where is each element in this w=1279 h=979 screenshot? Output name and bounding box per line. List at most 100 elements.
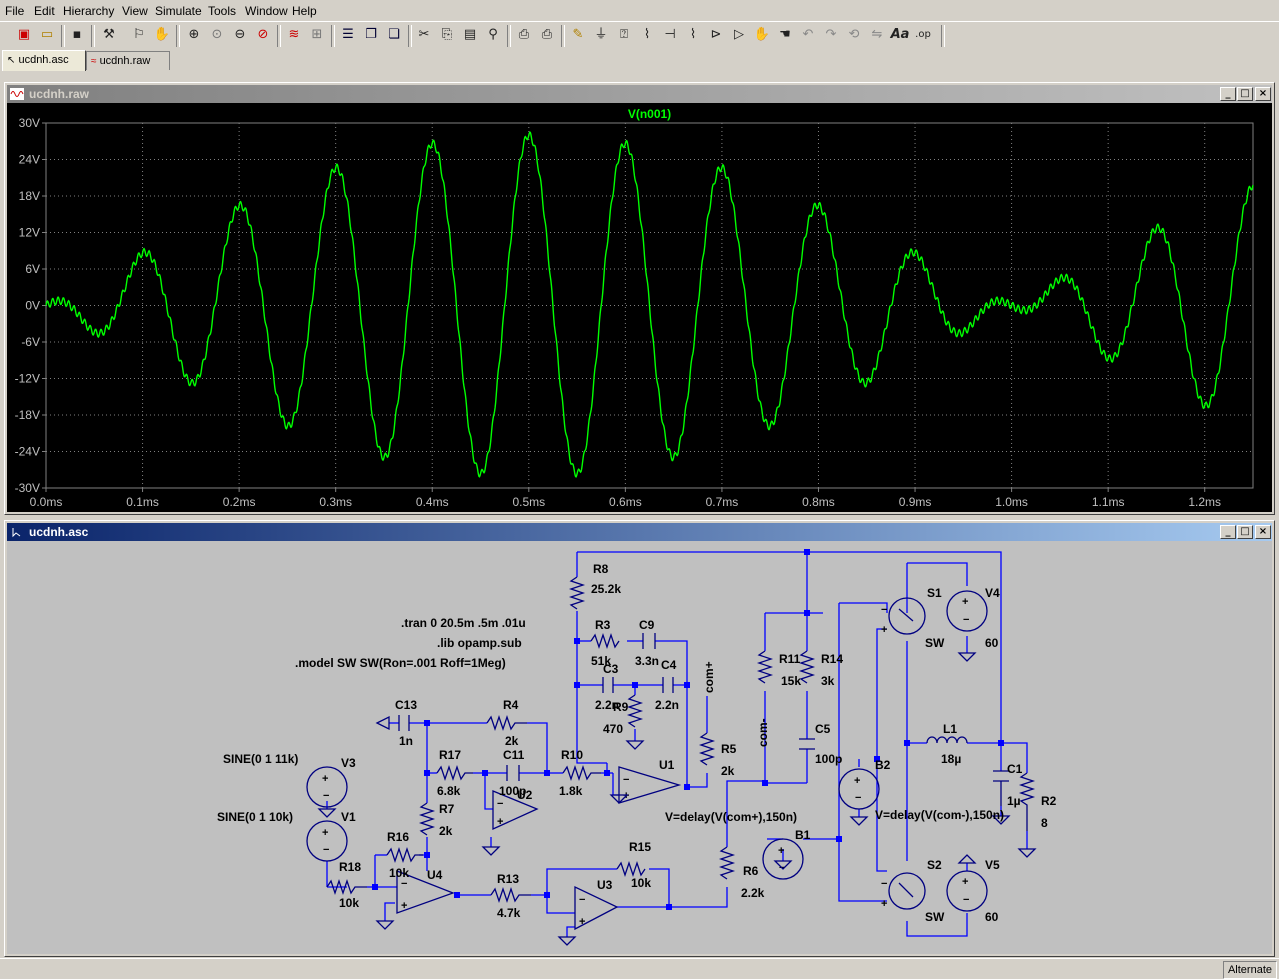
maximize-button[interactable]: □ — [1237, 87, 1253, 101]
mirror-icon[interactable]: ⇋ — [867, 25, 887, 45]
label-v1: V1 — [341, 810, 356, 824]
component-icon[interactable]: ▷ — [729, 25, 749, 45]
directive-tran: .tran 0 20.5m .5m .01u — [401, 616, 526, 630]
tile-horizontal-icon[interactable]: ☰ — [338, 25, 358, 45]
find-icon[interactable]: ⚲ — [483, 25, 503, 45]
x-tick-label: 0.2ms — [223, 495, 256, 509]
y-tick-label: 18V — [19, 189, 40, 203]
menu-bar: File Edit Hierarchy View Simulate Tools … — [0, 0, 1279, 21]
minimize-button[interactable]: _ — [1220, 87, 1236, 101]
x-tick-label: 0.3ms — [319, 495, 352, 509]
tab-schematic[interactable]: ↖ ucdnh.asc — [2, 50, 86, 71]
label-c9: C9 — [639, 618, 655, 632]
y-tick-label: -6V — [21, 335, 40, 349]
menu-tools[interactable]: Tools — [208, 4, 236, 18]
source-b2-value: V=delay(V(com-),150n) — [875, 808, 1004, 822]
value-r7: 2k — [439, 824, 453, 838]
control-panel-icon[interactable]: ⚒ — [99, 25, 119, 45]
svg-text:+: + — [881, 898, 887, 910]
run-icon[interactable]: ⚐ — [129, 25, 149, 45]
svg-text:+: + — [322, 827, 328, 839]
inductor-icon[interactable]: ⌇ — [683, 25, 703, 45]
schematic-canvas[interactable]: + − + − + − + − + − + − − + − + − + − + − + − + — [7, 541, 1272, 954]
value-c9: 3.3n — [635, 654, 659, 668]
undo-icon[interactable]: ↶ — [798, 25, 818, 45]
label-r6: R6 — [743, 864, 759, 878]
inductor-l1 — [926, 736, 968, 744]
cascade-icon[interactable]: ❐ — [361, 25, 381, 45]
svg-text:−: − — [579, 894, 585, 906]
menu-file[interactable]: File — [5, 4, 24, 18]
svg-text:+: + — [962, 876, 968, 888]
schematic-drawing[interactable]: +− +− +− +− +− +− −+ −+ −+ −+ −+ −+ .tra… — [7, 541, 1272, 954]
resistor-r15 — [616, 860, 646, 878]
waveform-plot[interactable]: 0.0ms 0.1ms 0.2ms 0.3ms 0.4ms 0.5ms 0.6ms 0.7ms… — [7, 103, 1272, 512]
wire-icon[interactable]: ✎ — [568, 25, 588, 45]
spice-directive-icon[interactable]: .op — [913, 25, 933, 45]
resistor-icon[interactable]: ⌇ — [637, 25, 657, 45]
tab-waveform[interactable]: ≈ ucdnh.raw — [86, 51, 170, 70]
minimize-button[interactable]: _ — [1220, 525, 1236, 539]
menu-view[interactable]: View — [122, 4, 148, 18]
print-icon[interactable]: ⎙ — [537, 25, 557, 45]
ground-icon[interactable]: ⏚ — [591, 25, 611, 45]
value-r10: 1.8k — [559, 784, 583, 798]
menu-help[interactable]: Help — [292, 4, 317, 18]
svg-text:+: + — [854, 775, 860, 787]
plot-pane[interactable]: 0.0ms 0.1ms 0.2ms 0.3ms 0.4ms 0.5ms 0.6ms 0.7ms… — [7, 103, 1272, 512]
rotate-icon[interactable]: ⟲ — [844, 25, 864, 45]
close-button[interactable]: × — [1255, 525, 1271, 539]
new-schematic-icon[interactable]: ▣ — [14, 25, 34, 45]
svg-text:+: + — [401, 900, 407, 912]
zoom-out-icon[interactable]: ⊖ — [230, 25, 250, 45]
autorange-icon[interactable]: ≋ — [284, 25, 304, 45]
drag-icon[interactable]: ☚ — [775, 25, 795, 45]
capacitor-c3 — [602, 677, 614, 693]
schematic-labels: .tran 0 20.5m .5m .01u .lib opamp.sub .m… — [217, 562, 1057, 924]
print-preview-icon[interactable]: ⎙ — [514, 25, 534, 45]
zoom-cancel-icon[interactable]: ⊘ — [253, 25, 273, 45]
menu-window[interactable]: Window — [245, 4, 288, 18]
trace-label: V(n001) — [628, 107, 671, 121]
label-r13: R13 — [497, 872, 519, 886]
svg-text:+: + — [778, 845, 784, 857]
label-r2: R2 — [1041, 794, 1057, 808]
resistor-r13 — [490, 886, 531, 904]
label-r10: R10 — [561, 748, 583, 762]
text-icon[interactable]: Aa — [890, 25, 910, 45]
maximize-button[interactable]: □ — [1237, 525, 1253, 539]
fft-icon[interactable]: ⊞ — [307, 25, 327, 45]
x-tick-label: 0.7ms — [706, 495, 739, 509]
halt-icon[interactable]: ✋ — [152, 25, 172, 45]
waveform-window: ucdnh.raw _ □ × 0.0ms 0.1ms 0.2ms 0.3ms 0.4m… — [4, 82, 1275, 515]
waveform-icon: ≈ — [91, 56, 97, 67]
close-button[interactable]: × — [1255, 87, 1271, 101]
redo-icon[interactable]: ↷ — [821, 25, 841, 45]
open-icon[interactable]: ▭ — [37, 25, 57, 45]
cut-icon[interactable]: ✂ — [414, 25, 434, 45]
x-tick-label: 1.2ms — [1188, 495, 1221, 509]
paste-icon[interactable]: ▤ — [460, 25, 480, 45]
label-r5: R5 — [721, 742, 737, 756]
label-net-icon[interactable]: ⍰ — [614, 25, 634, 45]
zoom-in-icon[interactable]: ⊕ — [184, 25, 204, 45]
menu-edit[interactable]: Edit — [34, 4, 55, 18]
copy-icon[interactable]: ⎘ — [437, 25, 457, 45]
menu-hierarchy[interactable]: Hierarchy — [63, 4, 114, 18]
x-tick-label: 0.8ms — [802, 495, 835, 509]
zoom-pan-icon[interactable]: ⊙ — [207, 25, 227, 45]
resistor-r17 — [436, 764, 473, 782]
label-r7: R7 — [439, 802, 455, 816]
save-icon[interactable]: ▪ — [67, 25, 87, 45]
menu-simulate[interactable]: Simulate — [155, 4, 202, 18]
svg-text:−: − — [855, 792, 861, 804]
svg-text:−: − — [881, 604, 887, 616]
svg-text:−: − — [963, 614, 969, 626]
capacitor-icon[interactable]: ⊣ — [660, 25, 680, 45]
waveform-titlebar: ucdnh.raw _ □ × — [7, 85, 1272, 103]
svg-text:−: − — [323, 790, 329, 802]
diode-icon[interactable]: ⊳ — [706, 25, 726, 45]
value-c13: 1n — [399, 734, 413, 748]
move-icon[interactable]: ✋ — [752, 25, 772, 45]
close-all-icon[interactable]: ❏ — [384, 25, 404, 45]
